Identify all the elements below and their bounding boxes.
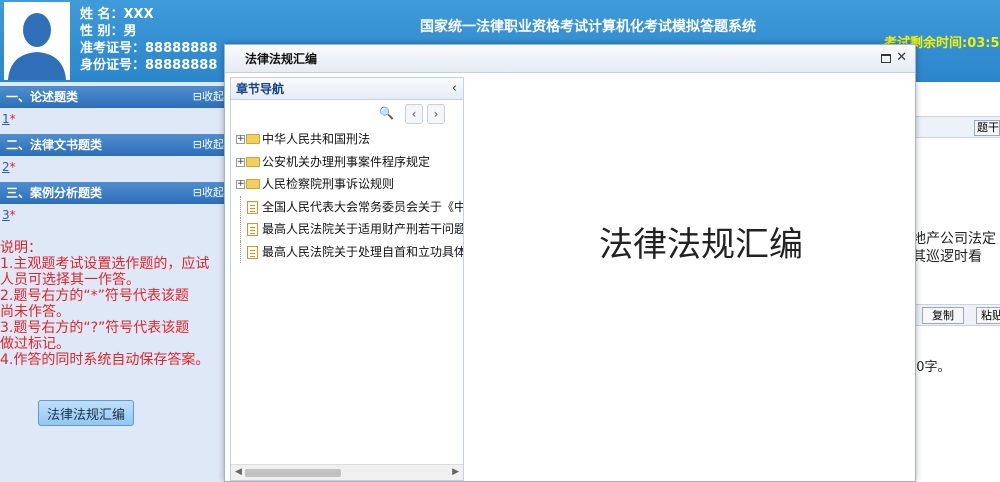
folder-icon: [246, 134, 260, 144]
tree-item-criminal-law[interactable]: + 中华人民共和国刑法: [231, 128, 463, 151]
tree-item-property-penalty[interactable]: 最高人民法院关于适用财产刑若干问题: [231, 218, 463, 241]
close-icon[interactable]: ✕: [896, 51, 907, 64]
scroll-thumb[interactable]: [245, 469, 341, 477]
expand-icon[interactable]: +: [236, 180, 245, 189]
horizontal-scrollbar[interactable]: ◀ ▶: [231, 464, 463, 480]
folder-icon: [246, 179, 260, 189]
unanswered-mark: *: [9, 160, 16, 174]
question-text-line: 地产公司法定: [912, 231, 996, 247]
tree-item-procuratorate-rules[interactable]: + 人民检察院刑事诉讼规则: [231, 173, 463, 196]
law-content-panel: 法律法规汇编: [465, 77, 911, 481]
collapse-button[interactable]: ⊟收起: [193, 134, 224, 156]
instructions: 说明： 1.主观题考试设置选作题的，应试 人员可选择其一作答。 2.题号右方的“…: [0, 240, 210, 368]
question-text-line: 其巡逻时看: [912, 249, 982, 265]
scroll-left-icon[interactable]: ◀: [235, 467, 242, 477]
folder-icon: [246, 156, 260, 167]
maximize-icon[interactable]: [881, 54, 891, 63]
section-case-analysis-header[interactable]: 三、案例分析题类 ⊟收起: [0, 182, 226, 204]
copy-button[interactable]: 复制: [922, 307, 964, 324]
section-legal-document-header[interactable]: 二、法律文书题类 ⊟收起: [0, 134, 226, 156]
expand-icon[interactable]: +: [236, 135, 245, 144]
prev-button[interactable]: ‹: [405, 104, 423, 124]
section-essay-header[interactable]: 一、论述题类 ⊟收起: [0, 86, 226, 108]
expand-icon[interactable]: +: [236, 157, 245, 167]
law-compilation-button[interactable]: 法律法规汇编: [38, 400, 134, 426]
chapter-navigation: 章节导航 ‹ 🔍 ‹ › + 中华人民共和国刑法 + 公安机关办理刑事案件程序规…: [230, 77, 464, 481]
question-link[interactable]: 2: [2, 160, 10, 174]
next-button[interactable]: ›: [427, 104, 445, 124]
content-title: 法律法规汇编: [599, 225, 803, 265]
law-compilation-dialog: 法律法规汇编 ✕ 章节导航 ‹ 🔍 ‹ › + 中华人民共和国刑法 + 公安机关…: [224, 44, 916, 482]
unanswered-mark: *: [9, 208, 16, 222]
nav-toolbar: 🔍 ‹ ›: [231, 100, 463, 128]
avatar: [4, 2, 70, 80]
search-icon[interactable]: 🔍: [379, 106, 394, 120]
question-stem-button[interactable]: 题干: [974, 120, 1000, 136]
id-number-row: 身份证号：88888888: [80, 58, 218, 73]
name-row: 姓 名：XXX: [80, 7, 154, 22]
question-item-3[interactable]: 3*: [0, 204, 226, 226]
paste-button[interactable]: 粘贴: [976, 307, 1000, 324]
tree-item-surrender-merit[interactable]: 最高人民法院关于处理自首和立功具体: [231, 240, 463, 263]
dialog-title: 法律法规汇编: [225, 45, 915, 73]
question-item-1[interactable]: 1*: [0, 108, 226, 130]
candidate-info: 姓 名：XXX 性 别：男 准考证号：88888888 身份证号：8888888…: [80, 6, 217, 74]
exam-number-row: 准考证号：88888888: [80, 41, 218, 56]
question-item-2[interactable]: 2*: [0, 156, 226, 178]
collapse-button[interactable]: ⊟收起: [193, 86, 224, 108]
nav-header: 章节导航 ‹: [231, 78, 463, 100]
system-title: 国家统一法律职业资格考试计算机化考试模拟答题系统: [420, 19, 756, 35]
document-icon: [247, 200, 258, 214]
document-icon: [247, 223, 258, 236]
document-icon: [247, 245, 258, 259]
question-sidebar: 一、论述题类 ⊟收起 1* 二、法律文书题类 ⊟收起 2* 三、案例分析题类 ⊟…: [0, 82, 226, 482]
collapse-nav-icon[interactable]: ‹: [452, 78, 457, 100]
tree-item-npc-decision[interactable]: 全国人民代表大会常务委员会关于《中: [231, 195, 463, 218]
question-link[interactable]: 1: [2, 112, 10, 126]
scroll-right-icon[interactable]: ▶: [452, 467, 459, 477]
gender-row: 性 别：男: [80, 24, 137, 39]
question-link[interactable]: 3: [2, 208, 10, 222]
unanswered-mark: *: [9, 112, 16, 126]
collapse-button[interactable]: ⊟收起: [193, 182, 224, 204]
tree-item-police-procedure[interactable]: + 公安机关办理刑事案件程序规定: [231, 151, 463, 174]
